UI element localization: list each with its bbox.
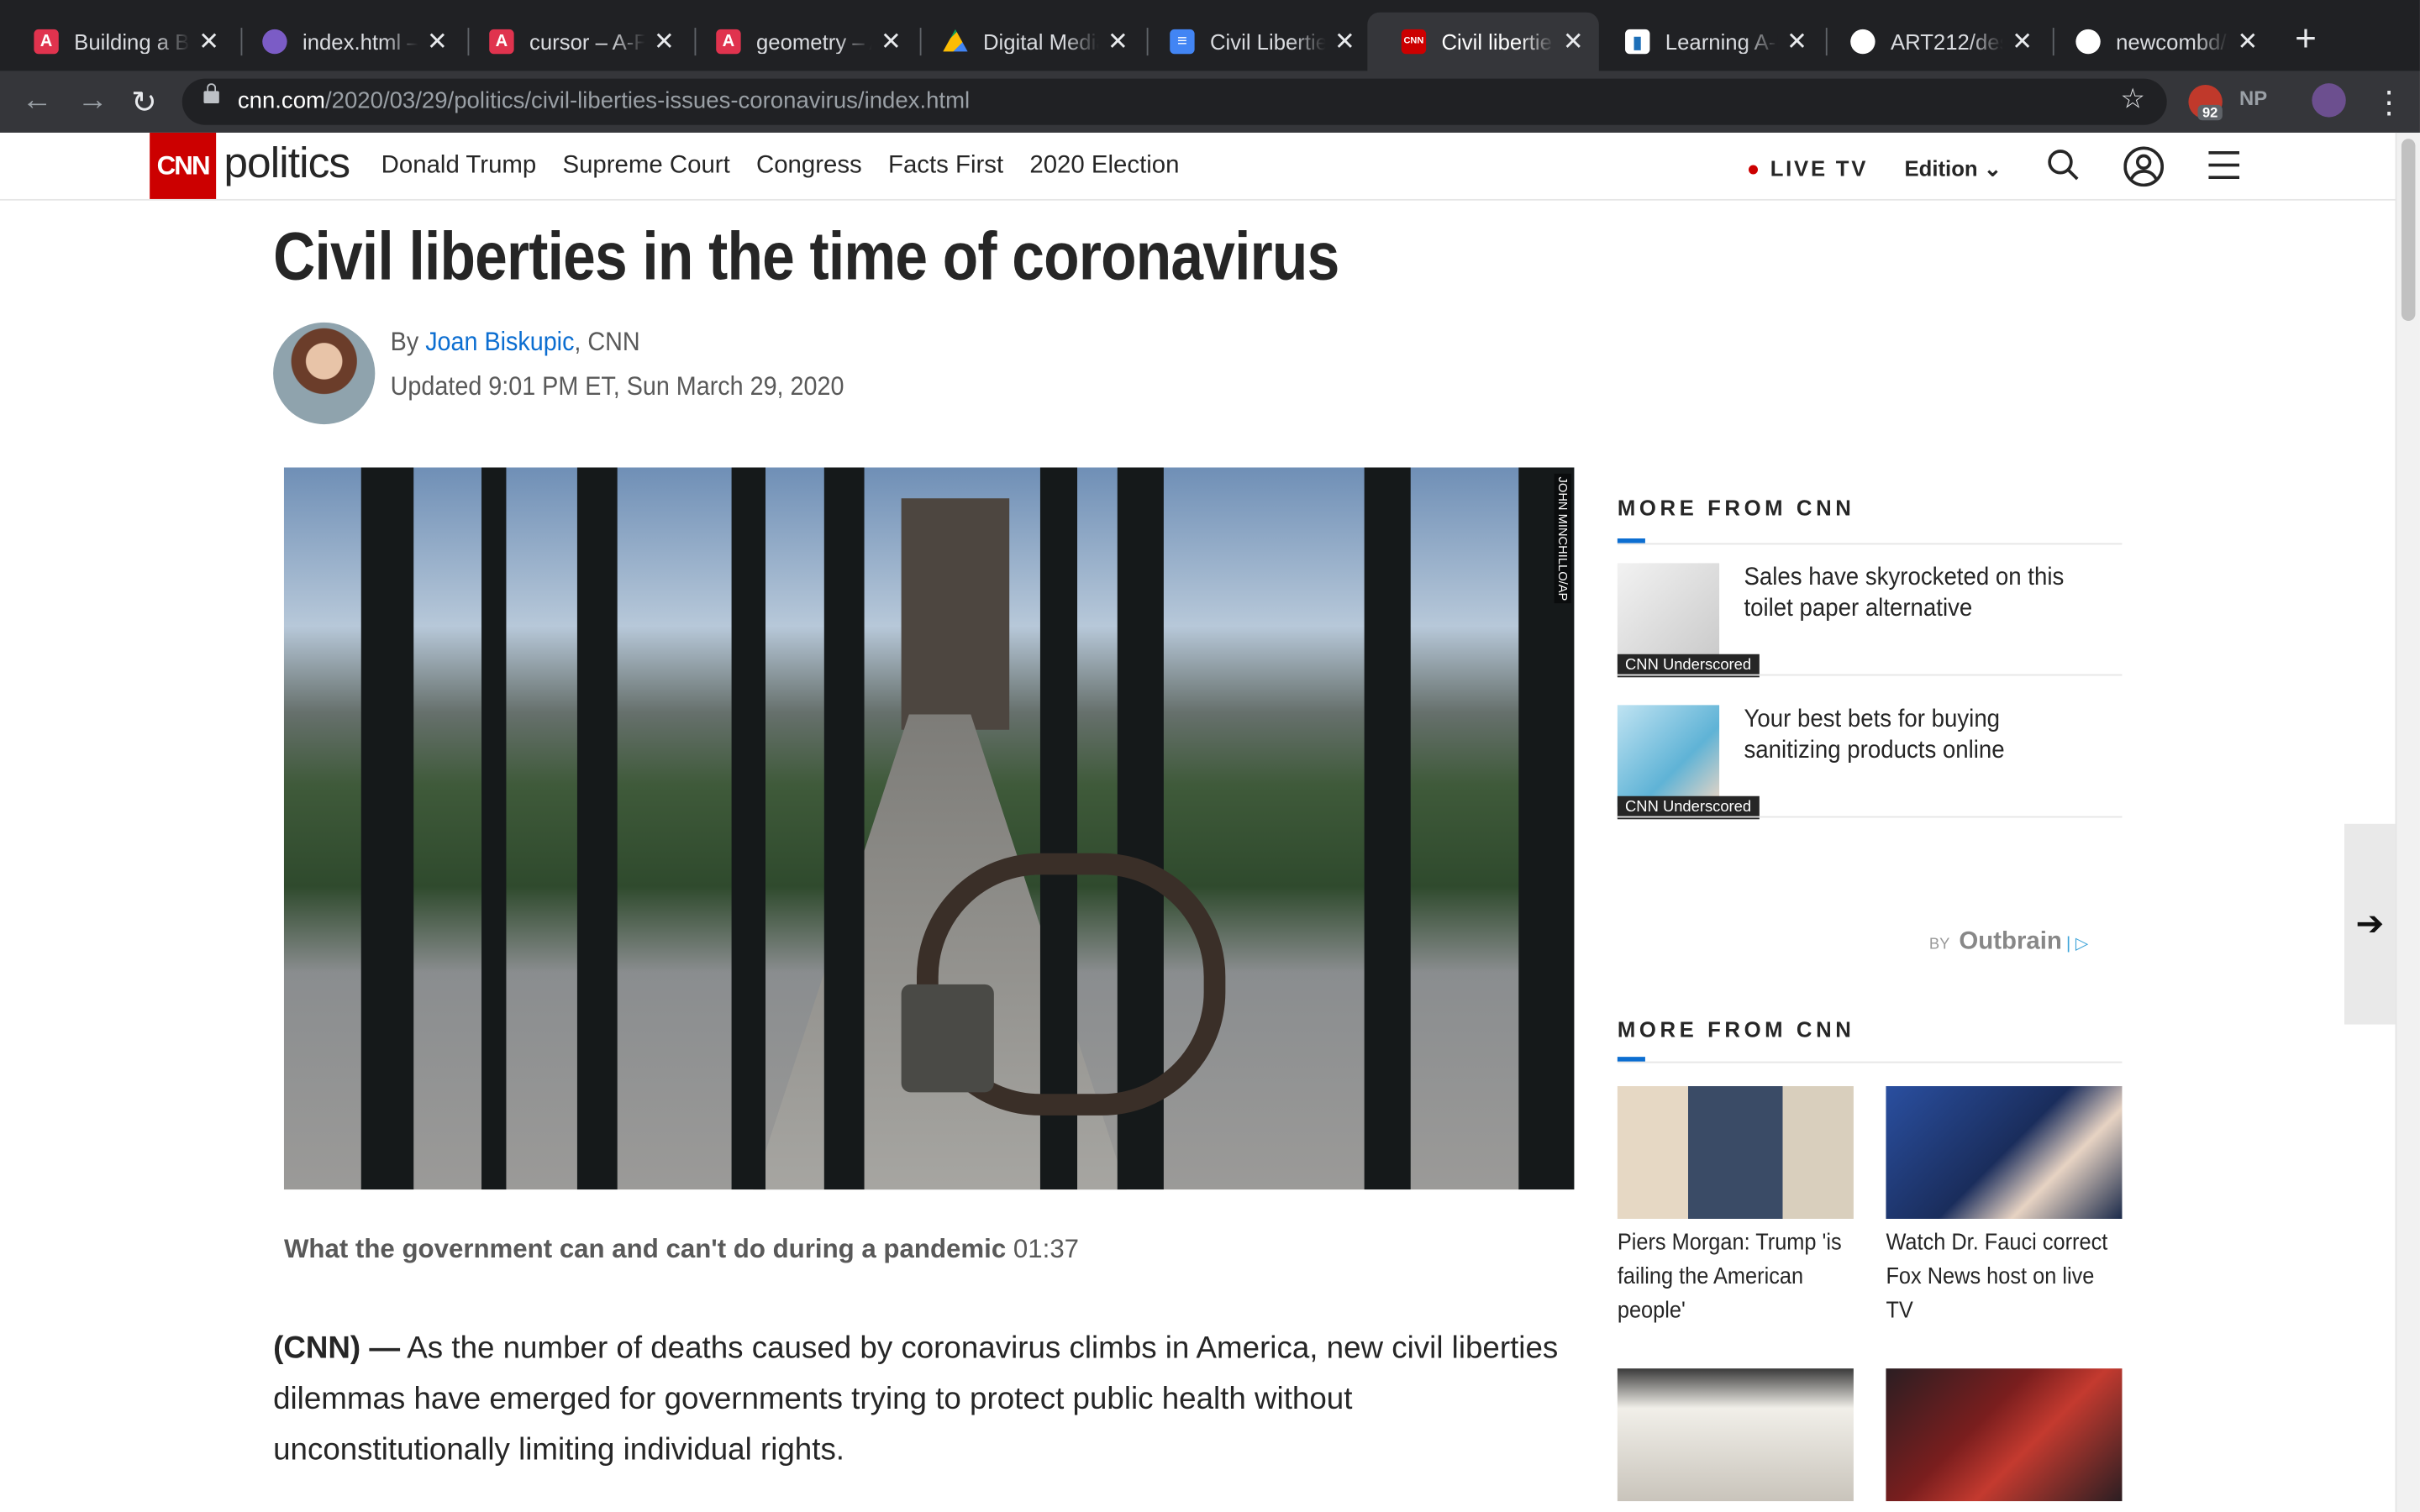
scrollbar-thumb[interactable]	[2401, 139, 2416, 322]
lock-icon	[203, 83, 219, 104]
sidebar-heading: MORE FROM CNN	[1617, 1016, 1855, 1042]
tab-4[interactable]: Digital Media ✕	[909, 13, 1144, 71]
tab-label: geometry – A	[755, 29, 871, 55]
close-icon[interactable]: ✕	[1563, 26, 1584, 57]
github-icon	[1850, 29, 1876, 55]
edition-dropdown[interactable]: Edition ⌄	[1904, 156, 2002, 182]
outbrain-attribution[interactable]: BY Outbrain | ▷	[1929, 929, 2088, 957]
address-bar: ← → ↻ cnn.com/2020/03/29/politics/civil-…	[0, 71, 2420, 133]
live-dot-icon	[1748, 165, 1759, 176]
close-icon[interactable]: ✕	[881, 26, 902, 57]
tab-3[interactable]: A geometry – A ✕	[682, 13, 917, 71]
adobe-icon: A	[489, 29, 514, 55]
close-icon[interactable]: ✕	[2012, 26, 2033, 57]
close-icon[interactable]: ✕	[1334, 26, 1355, 57]
article-lead-paragraph: (CNN) — As the number of deaths caused b…	[273, 1331, 1559, 1467]
nav-link-supreme-court[interactable]: Supreme Court	[562, 153, 729, 181]
video-caption[interactable]: What the government can and can't do dur…	[284, 1234, 1079, 1265]
byline: By Joan Biskupic, CNN	[390, 327, 640, 357]
close-icon[interactable]: ✕	[2237, 26, 2258, 57]
tab-1[interactable]: index.html – ✕	[229, 13, 463, 71]
url-text: cnn.com/2020/03/29/politics/civil-libert…	[237, 87, 971, 114]
tab-label: Civil Libertie	[1209, 29, 1325, 55]
sidebar-item-title[interactable]: Sales have skyrocketed on this toilet pa…	[1744, 563, 2091, 624]
url-field[interactable]: cnn.com/2020/03/29/politics/civil-libert…	[182, 78, 2167, 125]
hamburger-menu-icon[interactable]	[2208, 150, 2240, 180]
new-tab-icon[interactable]: +	[2295, 18, 2317, 61]
adobe-icon: A	[716, 29, 741, 55]
nav-link-donald-trump[interactable]: Donald Trump	[381, 153, 537, 181]
article-title: Civil liberties in the time of coronavir…	[273, 218, 1339, 295]
sidebar-heading: MORE FROM CNN	[1617, 495, 1855, 520]
hero-video-image[interactable]: JOHN MINCHILLO/AP	[283, 467, 1575, 1190]
tab-bar: A Building a Ba ✕ index.html – ✕ A curso…	[0, 0, 2420, 71]
tab-label: index.html –	[302, 29, 418, 55]
adchoices-icon[interactable]: | ▷	[2066, 935, 2088, 953]
tab-2[interactable]: A cursor – A-F ✕	[455, 13, 690, 71]
docs-icon: ≡	[1170, 29, 1195, 55]
extension-badge: 92	[2197, 104, 2223, 121]
user-account-icon[interactable]	[2123, 146, 2165, 187]
chevron-down-icon: ⌄	[1983, 155, 2002, 181]
nav-link-facts-first[interactable]: Facts First	[888, 153, 1003, 181]
tab-label: newcombd/l	[2116, 29, 2228, 55]
forward-icon[interactable]: →	[77, 83, 108, 118]
sidebar-item-image[interactable]	[1617, 563, 1720, 665]
close-icon[interactable]: ✕	[427, 26, 448, 57]
tab-7[interactable]: ▮ Learning A-F ✕	[1591, 13, 1823, 71]
card-thumbnail[interactable]	[1886, 1368, 2123, 1502]
adobe-icon: A	[34, 29, 59, 55]
close-icon[interactable]: ✕	[654, 26, 675, 57]
tab-8[interactable]: ART212/des ✕	[1817, 13, 2049, 71]
section-nav: Donald Trump Supreme Court Congress Fact…	[381, 153, 1180, 181]
tab-label: Building a Ba	[74, 29, 190, 55]
tab-label: ART212/des	[1890, 29, 2003, 55]
updated-timestamp: Updated 9:01 PM ET, Sun March 29, 2020	[390, 371, 844, 402]
menu-dots-icon[interactable]: ⋮	[2374, 83, 2405, 122]
back-icon[interactable]: ←	[22, 83, 53, 118]
github-icon	[2075, 29, 2101, 55]
video-duration: 01:37	[1013, 1234, 1080, 1264]
card-title[interactable]: Piers Morgan: Trump 'is failing the Amer…	[1618, 1226, 1844, 1328]
site-header: CNN politics Donald Trump Supreme Court …	[0, 132, 2396, 201]
tab-label: cursor – A-F	[529, 29, 644, 55]
profile-avatar[interactable]	[2312, 83, 2346, 118]
cnn-logo[interactable]: CNN	[150, 132, 217, 199]
search-icon[interactable]	[2046, 148, 2080, 181]
sidebar-item-title[interactable]: Your best bets for buying sanitizing pro…	[1744, 705, 2091, 766]
card-thumbnail[interactable]	[1617, 1368, 1854, 1502]
np-extension-icon[interactable]: NP	[2239, 87, 2267, 110]
section-title[interactable]: politics	[224, 139, 350, 188]
nav-link-congress[interactable]: Congress	[756, 153, 862, 181]
sidebar-item-image[interactable]	[1617, 705, 1720, 807]
image-credit: JOHN MINCHILLO/AP	[1554, 473, 1571, 605]
card-thumbnail[interactable]	[1886, 1086, 2123, 1219]
bookmark-star-icon[interactable]: ☆	[2120, 83, 2145, 116]
atom-icon	[262, 29, 287, 55]
close-icon[interactable]: ✕	[1786, 26, 1807, 57]
dateline: (CNN) —	[273, 1331, 401, 1366]
learning-icon: ▮	[1625, 29, 1650, 55]
tab-9[interactable]: newcombd/l ✕	[2042, 13, 2274, 71]
close-icon[interactable]: ✕	[1107, 26, 1128, 57]
live-tv-link[interactable]: LIVE TV	[1748, 156, 1868, 181]
author-link[interactable]: Joan Biskupic	[425, 327, 574, 356]
tab-6-active[interactable]: CNN Civil libertie ✕	[1367, 12, 1599, 71]
tab-label: Learning A-F	[1665, 29, 1778, 55]
card-title[interactable]: Watch Dr. Fauci correct Fox News host on…	[1886, 1226, 2112, 1328]
tab-0[interactable]: A Building a Ba ✕	[0, 13, 234, 71]
tab-5[interactable]: ≡ Civil Libertie ✕	[1136, 13, 1370, 71]
close-icon[interactable]: ✕	[198, 26, 219, 57]
reload-icon[interactable]: ↻	[131, 83, 157, 122]
tab-label: Digital Media	[982, 29, 1098, 55]
author-avatar[interactable]	[273, 322, 376, 425]
next-article-arrow-icon[interactable]: ➔	[2344, 823, 2396, 1025]
tab-label: Civil libertie	[1441, 29, 1552, 55]
cnn-icon: CNN	[1401, 29, 1427, 55]
nav-link-2020-election[interactable]: 2020 Election	[1029, 153, 1179, 181]
drive-icon	[943, 29, 968, 52]
card-thumbnail[interactable]	[1617, 1086, 1854, 1219]
scrollbar[interactable]	[2395, 132, 2420, 1512]
